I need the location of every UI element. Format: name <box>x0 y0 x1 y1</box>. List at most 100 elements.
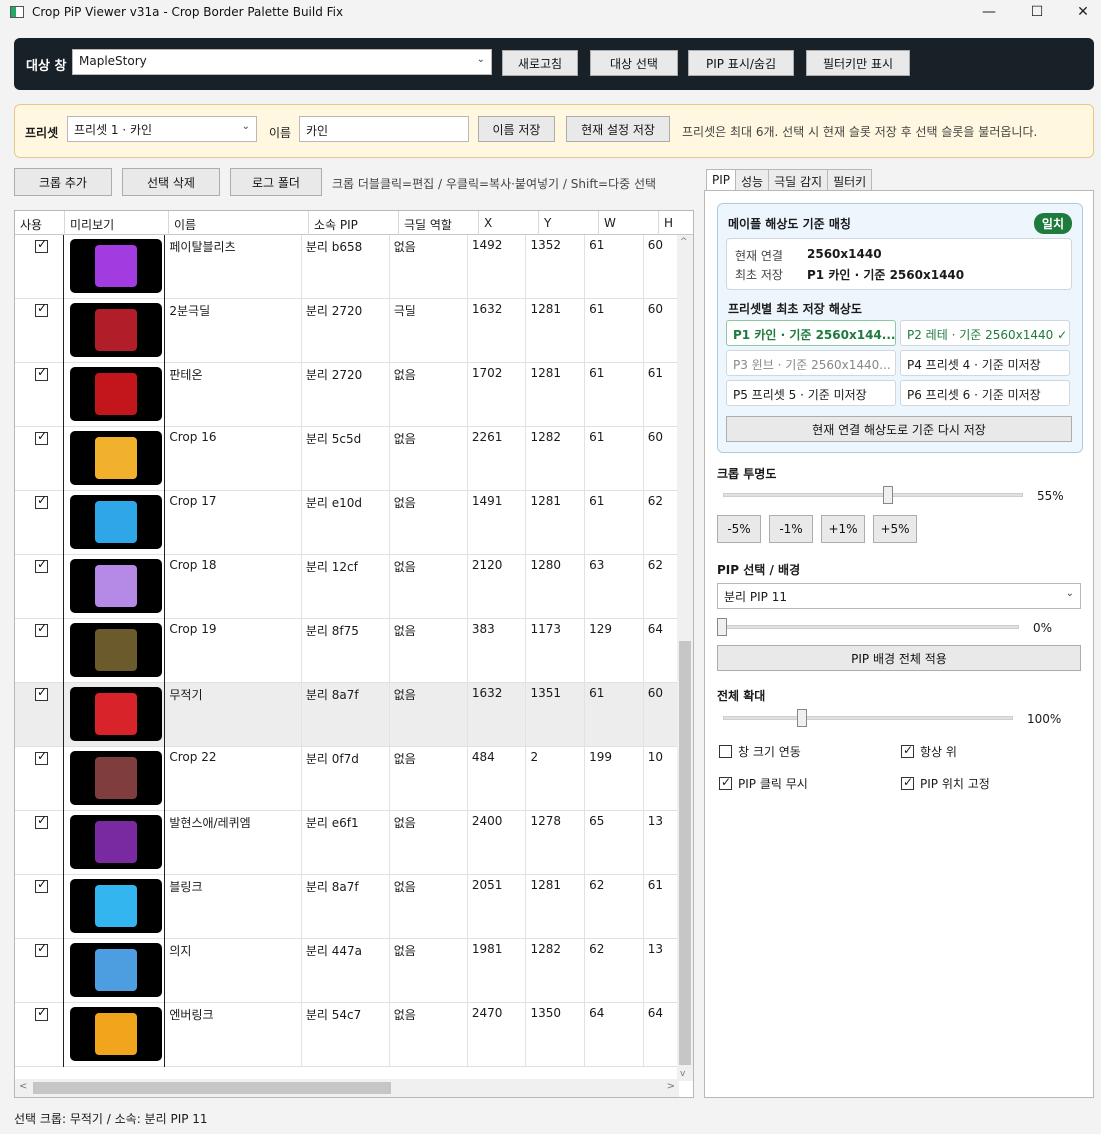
tab-performance[interactable]: 성능 <box>735 169 770 191</box>
save-name-button[interactable]: 이름 저장 <box>478 116 555 142</box>
table-row[interactable]: Crop 18분리 12cf없음212012806362 <box>15 555 680 619</box>
tab-burst-detect[interactable]: 극딜 감지 <box>768 169 829 191</box>
preset-resolution-p1[interactable]: P1 카인 · 기준 2560x144... <box>726 320 896 346</box>
table-row[interactable]: 블링크분리 8a7f없음205112816261 <box>15 875 680 939</box>
use-checkbox[interactable] <box>35 621 48 637</box>
cell-pip: 분리 b658 <box>302 235 390 299</box>
apply-bg-all-button[interactable]: PIP 배경 전체 적용 <box>717 645 1081 671</box>
scroll-right-icon[interactable]: > <box>667 1081 675 1092</box>
use-checkbox[interactable] <box>35 1005 48 1021</box>
scroll-left-icon[interactable]: < <box>19 1081 27 1092</box>
table-row[interactable]: Crop 17분리 e10d없음149112816162 <box>15 491 680 555</box>
cell-y: 1281 <box>526 363 586 427</box>
use-checkbox[interactable] <box>35 941 48 957</box>
zoom-slider[interactable] <box>723 716 1013 720</box>
crop-preview <box>69 1007 162 1061</box>
opacity-plus-1-button[interactable]: +1% <box>821 515 865 543</box>
use-checkbox[interactable] <box>35 749 48 765</box>
use-checkbox[interactable] <box>35 237 48 253</box>
col-use[interactable]: 사용 <box>15 211 65 235</box>
table-row[interactable]: 페이탈블리츠분리 b658없음149213526160 <box>15 235 680 299</box>
opacity-minus-1-button[interactable]: -1% <box>769 515 813 543</box>
add-crop-button[interactable]: 크롭 추가 <box>14 168 112 196</box>
pip-bg-slider-thumb[interactable] <box>717 618 727 636</box>
tab-filter-key[interactable]: 필터키 <box>827 169 873 191</box>
preset-resolution-p6[interactable]: P6 프리셋 6 · 기준 미저장 <box>900 380 1070 406</box>
ignore-pip-click-checkbox[interactable]: PIP 클릭 무시 <box>719 775 808 792</box>
opacity-plus-5-button[interactable]: +5% <box>873 515 917 543</box>
use-checkbox[interactable] <box>35 493 48 509</box>
vertical-scrollbar[interactable]: ^ v <box>677 235 693 1081</box>
cell-role: 없음 <box>390 491 468 555</box>
cell-h: 13 <box>644 939 680 1003</box>
crop-preview <box>69 879 162 933</box>
crop-preview <box>69 239 162 293</box>
toggle-pip-button[interactable]: PIP 표시/숨김 <box>688 50 794 76</box>
table-row[interactable]: 엔버링크분리 54c7없음247013506464 <box>15 1003 680 1067</box>
preset-resolution-p4[interactable]: P4 프리셋 4 · 기준 미저장 <box>900 350 1070 376</box>
sync-window-size-checkbox[interactable]: 창 크기 연동 <box>719 743 801 760</box>
always-on-top-checkbox[interactable]: 항상 위 <box>901 743 957 760</box>
table-row[interactable]: 판테온분리 2720없음170212816161 <box>15 363 680 427</box>
table-row[interactable]: 무적기분리 8a7f없음163213516160 <box>15 683 680 747</box>
use-checkbox[interactable] <box>35 813 48 829</box>
table-row[interactable]: Crop 22분리 0f7d없음484219910 <box>15 747 680 811</box>
pip-bg-slider[interactable] <box>723 625 1019 629</box>
lock-pip-position-checkbox[interactable]: PIP 위치 고정 <box>901 775 990 792</box>
tab-pip[interactable]: PIP <box>706 169 737 192</box>
cell-pip: 분리 12cf <box>302 555 390 619</box>
use-checkbox[interactable] <box>35 685 48 701</box>
delete-selected-button[interactable]: 선택 삭제 <box>122 168 220 196</box>
resave-resolution-button[interactable]: 현재 연결 해상도로 기준 다시 저장 <box>726 416 1072 442</box>
col-pip[interactable]: 소속 PIP <box>309 211 399 235</box>
minimize-button[interactable]: — <box>966 0 1012 24</box>
scroll-up-icon[interactable]: ^ <box>680 237 688 247</box>
use-checkbox[interactable] <box>35 877 48 893</box>
col-w[interactable]: W <box>599 211 659 235</box>
cell-x: 1491 <box>468 491 527 555</box>
use-checkbox[interactable] <box>35 557 48 573</box>
crop-preview <box>69 943 162 997</box>
preset-select[interactable]: 프리셋 1 · 카인 ⌄ <box>67 116 257 142</box>
horizontal-scrollbar[interactable]: < > <box>15 1079 679 1097</box>
preset-resolution-p5[interactable]: P5 프리셋 5 · 기준 미저장 <box>726 380 896 406</box>
col-role[interactable]: 극딜 역할 <box>399 211 479 235</box>
table-row[interactable]: Crop 16분리 5c5d없음226112826160 <box>15 427 680 491</box>
use-checkbox[interactable] <box>35 301 48 317</box>
per-preset-title: 프리셋별 최초 저장 해상도 <box>728 302 862 316</box>
skill-icon <box>94 885 137 927</box>
log-folder-button[interactable]: 로그 폴더 <box>230 168 322 196</box>
preset-resolution-p3[interactable]: P3 윈브 · 기준 2560x1440... <box>726 350 896 376</box>
cell-name: 2분극딜 <box>165 299 302 363</box>
col-y[interactable]: Y <box>539 211 599 235</box>
status-bar: 선택 크롭: 무적기 / 소속: 분리 PIP 11 <box>14 1112 208 1126</box>
col-name[interactable]: 이름 <box>169 211 309 235</box>
target-window-select[interactable]: MapleStory ⌄ <box>72 49 492 75</box>
filter-only-button[interactable]: 필터키만 표시 <box>806 50 910 76</box>
close-button[interactable]: ✕ <box>1060 0 1101 24</box>
pip-select[interactable]: 분리 PIP 11 ⌄ <box>717 583 1081 609</box>
table-row[interactable]: Crop 19분리 8f75없음383117312964 <box>15 619 680 683</box>
opacity-slider[interactable] <box>723 493 1023 497</box>
col-preview[interactable]: 미리보기 <box>65 211 169 235</box>
pip-bg-value: 0% <box>1033 621 1053 635</box>
save-current-button[interactable]: 현재 설정 저장 <box>566 116 670 142</box>
vertical-scroll-thumb[interactable] <box>679 641 691 1065</box>
use-checkbox[interactable] <box>35 365 48 381</box>
select-target-button[interactable]: 대상 선택 <box>590 50 678 76</box>
use-checkbox[interactable] <box>35 429 48 445</box>
zoom-slider-thumb[interactable] <box>797 709 807 727</box>
opacity-minus-5-button[interactable]: -5% <box>717 515 761 543</box>
col-h[interactable]: H <box>659 211 693 235</box>
horizontal-scroll-thumb[interactable] <box>33 1082 391 1094</box>
preset-resolution-p2[interactable]: P2 레테 · 기준 2560x1440 ✓ <box>900 320 1070 346</box>
table-row[interactable]: 의지분리 447a없음198112826213 <box>15 939 680 1003</box>
refresh-button[interactable]: 새로고침 <box>502 50 578 76</box>
col-x[interactable]: X <box>479 211 539 235</box>
scroll-down-icon[interactable]: v <box>680 1069 685 1079</box>
table-row[interactable]: 2분극딜분리 2720극딜163212816160 <box>15 299 680 363</box>
maximize-button[interactable]: ☐ <box>1014 0 1060 24</box>
table-row[interactable]: 발현스애/레퀴엠분리 e6f1없음240012786513 <box>15 811 680 875</box>
preset-name-input[interactable]: 카인 <box>299 116 469 142</box>
opacity-slider-thumb[interactable] <box>883 486 893 504</box>
